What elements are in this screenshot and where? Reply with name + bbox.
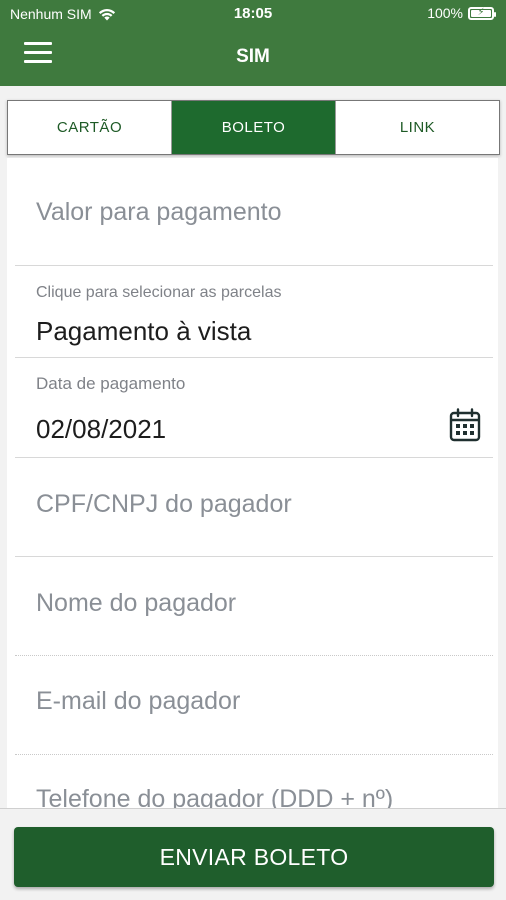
tab-link[interactable]: LINK (335, 101, 499, 154)
payer-name-field[interactable]: Nome do pagador (15, 557, 493, 656)
calendar-icon[interactable] (449, 408, 481, 442)
payment-date-value: 02/08/2021 (36, 414, 167, 444)
amount-field[interactable]: Valor para pagamento (15, 158, 493, 266)
payer-name-placeholder: Nome do pagador (36, 589, 237, 617)
bolt-icon: ⚡ (477, 7, 485, 18)
document-field[interactable]: CPF/CNPJ do pagador (15, 458, 493, 557)
payer-phone-field[interactable]: Telefone do pagador (DDD + nº) (15, 755, 493, 810)
payment-date-field[interactable]: Data de pagamento 02/08/2021 (15, 358, 493, 458)
send-boleto-button[interactable]: ENVIAR BOLETO (14, 827, 494, 887)
payer-phone-placeholder: Telefone do pagador (DDD + nº) (36, 785, 394, 810)
bottom-action-bar: ENVIAR BOLETO (0, 808, 506, 900)
installments-value: Pagamento à vista (36, 316, 252, 346)
status-bar: Nenhum SIM 18:05 100% ⚡ (0, 0, 506, 28)
page-title: SIM (236, 46, 270, 67)
document-placeholder: CPF/CNPJ do pagador (36, 490, 292, 518)
tab-boleto[interactable]: BOLETO (171, 101, 335, 154)
payment-type-tabs: CARTÃO BOLETO LINK (7, 100, 500, 155)
payer-email-field[interactable]: E-mail do pagador (15, 656, 493, 755)
boleto-form: Valor para pagamento Clique para selecio… (7, 158, 498, 810)
payer-email-placeholder: E-mail do pagador (36, 687, 241, 715)
tab-cartao[interactable]: CARTÃO (8, 101, 171, 154)
installments-select[interactable]: Clique para selecionar as parcelas Pagam… (15, 266, 493, 358)
app-header: Nenhum SIM 18:05 100% ⚡ SIM (0, 0, 506, 86)
battery-icon: ⚡ (468, 6, 496, 20)
payment-date-label: Data de pagamento (36, 374, 186, 393)
amount-placeholder: Valor para pagamento (36, 198, 282, 226)
status-right: 100% ⚡ (427, 5, 496, 21)
battery-percent: 100% (427, 5, 463, 21)
installments-label: Clique para selecionar as parcelas (36, 284, 282, 301)
